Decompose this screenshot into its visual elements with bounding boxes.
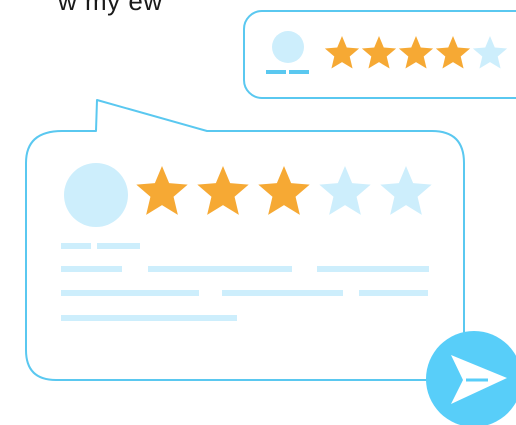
small-avatar-icon [272, 31, 304, 63]
text-placeholder-bar [61, 266, 122, 272]
text-placeholder-bar [317, 266, 429, 272]
speech-bubble-frame [25, 99, 465, 381]
main-avatar-icon [64, 163, 128, 227]
main-review-card [25, 99, 465, 381]
text-placeholder-bar [61, 290, 199, 296]
name-placeholder-bar [97, 243, 140, 249]
name-placeholder-bar [61, 243, 91, 249]
small-avatar-bar [289, 70, 309, 74]
text-placeholder-bar [61, 315, 237, 321]
small-review-card [243, 10, 516, 99]
review-artwork [25, 10, 516, 425]
text-placeholder-bar [222, 290, 343, 296]
text-placeholder-bar [148, 266, 292, 272]
review-illustration: w my ew [0, 0, 516, 425]
text-placeholder-bar [359, 290, 428, 296]
small-avatar-bar [266, 70, 286, 74]
